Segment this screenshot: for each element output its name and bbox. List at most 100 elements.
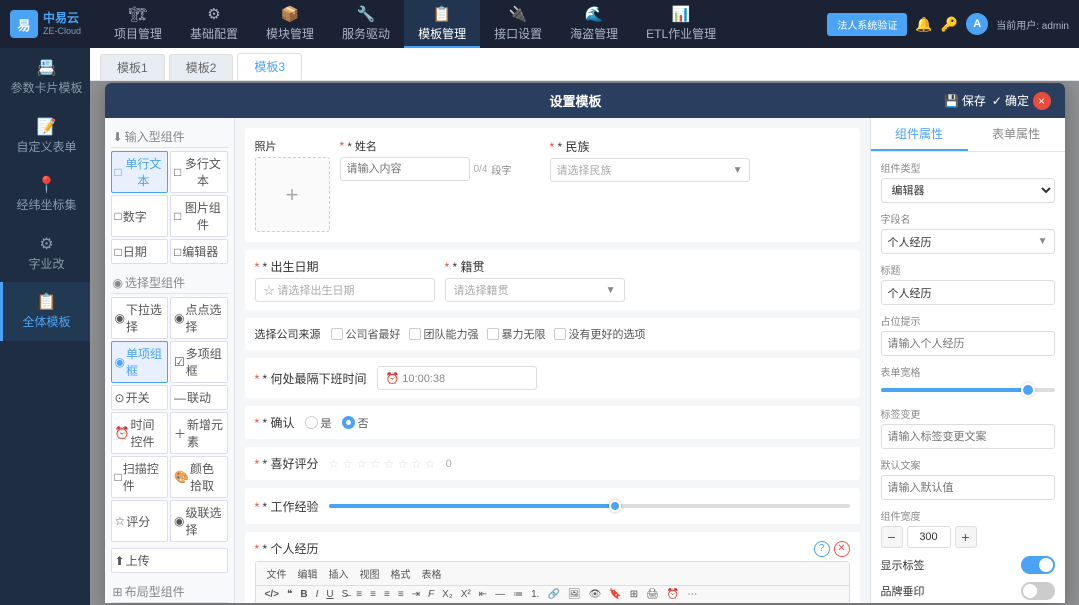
rt-superscript[interactable]: X² [458, 588, 474, 601]
rt-link[interactable]: 🔗 [544, 588, 562, 601]
confirm-no[interactable]: 否 [342, 415, 369, 431]
sidebar-item-location[interactable]: 📍 经纬坐标集 [0, 165, 90, 224]
menu-view[interactable]: 视图 [355, 564, 385, 583]
menu-insert[interactable]: 插入 [324, 564, 354, 583]
rt-code[interactable]: </> [262, 588, 282, 601]
rt-italic[interactable]: I [313, 588, 322, 601]
comp-image[interactable]: □ 图片组件 [170, 195, 228, 237]
nav-item-project[interactable]: 🏗 项目管理 [100, 0, 176, 48]
tab-1[interactable]: 模板1 [100, 54, 165, 80]
source-opt-4[interactable]: 没有更好的选项 [554, 326, 646, 342]
rt-underline[interactable]: U [323, 588, 336, 601]
bell-icon[interactable]: 🔔 [915, 16, 932, 33]
scan-icon: □ [115, 470, 122, 484]
star-rating[interactable]: ☆☆☆☆☆☆☆☆ [329, 457, 436, 471]
rt-subscript[interactable]: X₂ [439, 588, 456, 601]
rt-indent[interactable]: ⇥ [409, 588, 423, 601]
confirm-button[interactable]: ✓ 确定 [992, 92, 1029, 109]
delete-icon[interactable]: ✕ [834, 541, 850, 557]
rt-print[interactable]: 🖨 [643, 588, 662, 601]
close-button[interactable]: × [1033, 92, 1051, 110]
save-button[interactable]: 💾 保存 [944, 92, 986, 109]
confirm-yes[interactable]: 是 [305, 415, 332, 431]
help-icon[interactable]: ? [814, 541, 830, 557]
rt-align-left[interactable]: ≡ [353, 588, 365, 601]
comp-linkage[interactable]: — 联动 [170, 385, 228, 410]
rt-outdent[interactable]: ⇤ [476, 588, 490, 601]
prop-width-slider[interactable] [881, 382, 1055, 398]
photo-upload[interactable]: + [255, 157, 330, 232]
props-tab-component[interactable]: 组件属性 [871, 118, 968, 151]
comp-switch[interactable]: ⊙ 开关 [111, 385, 169, 410]
prop-watermark-toggle[interactable] [1021, 582, 1055, 600]
rt-bold[interactable]: B [297, 588, 310, 601]
comp-text[interactable]: □ 单行文本 [111, 151, 169, 193]
menu-format[interactable]: 格式 [386, 564, 416, 583]
prop-default-input[interactable] [881, 475, 1055, 500]
nav-item-block[interactable]: 📦 模块管理 [252, 0, 328, 48]
nav-item-resource[interactable]: 🔌 接口设置 [480, 0, 556, 48]
nav-item-service[interactable]: 🔧 服务驱动 [328, 0, 404, 48]
nav-item-sea[interactable]: 🌊 海盗管理 [556, 0, 632, 48]
rt-strikethrough[interactable]: S̶ [339, 588, 352, 601]
comp-number[interactable]: □ 数字 [111, 195, 169, 237]
source-opt-1[interactable]: 公司省最好 [331, 326, 401, 342]
rt-list-unordered[interactable]: ≔ [510, 588, 526, 601]
comp-datetime[interactable]: ⏰ 时间控件 [111, 412, 169, 454]
nav-item-template[interactable]: 📋 模板管理 [404, 0, 480, 48]
props-tab-table[interactable]: 表单属性 [968, 118, 1065, 151]
nav-item-base[interactable]: ⚙ 基础配置 [176, 0, 252, 48]
source-opt-3[interactable]: 暴力无限 [487, 326, 546, 342]
prop-step-value[interactable] [907, 526, 951, 548]
comp-dotselect[interactable]: ◉ 点点选择 [170, 297, 228, 339]
comp-colorpicker[interactable]: 🎨 颜色拾取 [170, 456, 228, 498]
rt-quote[interactable]: ❝ [284, 588, 295, 601]
rt-align-center[interactable]: ≡ [367, 588, 379, 601]
rt-image-insert[interactable]: 🖼 [565, 588, 584, 601]
source-opt-2[interactable]: 团队能力强 [409, 326, 479, 342]
work-slider-container[interactable] [329, 496, 850, 516]
comp-newcolor[interactable]: ＋ 新增元素 [170, 412, 228, 454]
comp-editor[interactable]: □ 编辑器 [170, 239, 228, 264]
menu-table[interactable]: 表格 [417, 564, 447, 583]
key-icon[interactable]: 🔑 [941, 16, 958, 33]
comp-cascade[interactable]: ◉ 级联选择 [170, 500, 228, 542]
comp-multitext[interactable]: □ 多行文本 [170, 151, 228, 193]
menu-file[interactable]: 文件 [262, 564, 292, 583]
rt-more[interactable]: ⋯ [684, 588, 700, 601]
rt-align-right[interactable]: ≡ [381, 588, 393, 601]
corp-btn[interactable]: 法人系统验证 [827, 13, 907, 36]
prop-type-select[interactable]: 编辑器 [881, 178, 1055, 203]
sidebar-item-bizlogic[interactable]: ⚙ 字业改 [0, 224, 90, 283]
sidebar-item-template[interactable]: 📋 全体模板 [0, 282, 90, 341]
rt-time[interactable]: ⏰ [664, 588, 682, 601]
prop-label-input[interactable] [881, 280, 1055, 305]
prop-step-minus[interactable]: − [881, 526, 903, 548]
prop-step-plus[interactable]: + [955, 526, 977, 548]
sidebar-item-custom[interactable]: 📝 自定义表单 [0, 107, 90, 166]
nav-item-etl[interactable]: 📊 ETL作业管理 [632, 0, 730, 48]
rt-hr[interactable]: — [492, 588, 508, 601]
comp-radiogroup[interactable]: ◉ 单项组框 [111, 341, 169, 383]
comp-checkbox[interactable]: ☑ 多项组框 [170, 341, 228, 383]
tab-2[interactable]: 模板2 [169, 54, 234, 80]
rt-font-size[interactable]: F [425, 588, 437, 601]
salary-arrow: ▼ [606, 285, 616, 296]
comp-score[interactable]: ☆ 评分 [111, 500, 169, 542]
prop-show-toggle[interactable] [1021, 556, 1055, 574]
prop-placeholder-input[interactable] [881, 331, 1055, 356]
tab-3[interactable]: 模板3 [237, 53, 302, 80]
menu-edit[interactable]: 编辑 [293, 564, 323, 583]
name-input[interactable] [340, 157, 470, 181]
rt-eye[interactable]: 👁 [586, 588, 605, 601]
sidebar-item-card[interactable]: 📇 参数卡片模板 [0, 48, 90, 107]
rt-bookmark[interactable]: 🔖 [606, 588, 624, 601]
prop-tagchange-input[interactable] [881, 424, 1055, 449]
rt-list-ordered[interactable]: 1. [528, 588, 542, 601]
rt-crop[interactable]: ⊞ [627, 588, 641, 601]
comp-dropdown[interactable]: ◉ 下拉选择 [111, 297, 169, 339]
rt-align-justify[interactable]: ≡ [395, 588, 407, 601]
comp-upload[interactable]: ⬆ 上传 [111, 548, 228, 573]
comp-scan[interactable]: □ 扫描控件 [111, 456, 169, 498]
comp-date[interactable]: □ 日期 [111, 239, 169, 264]
